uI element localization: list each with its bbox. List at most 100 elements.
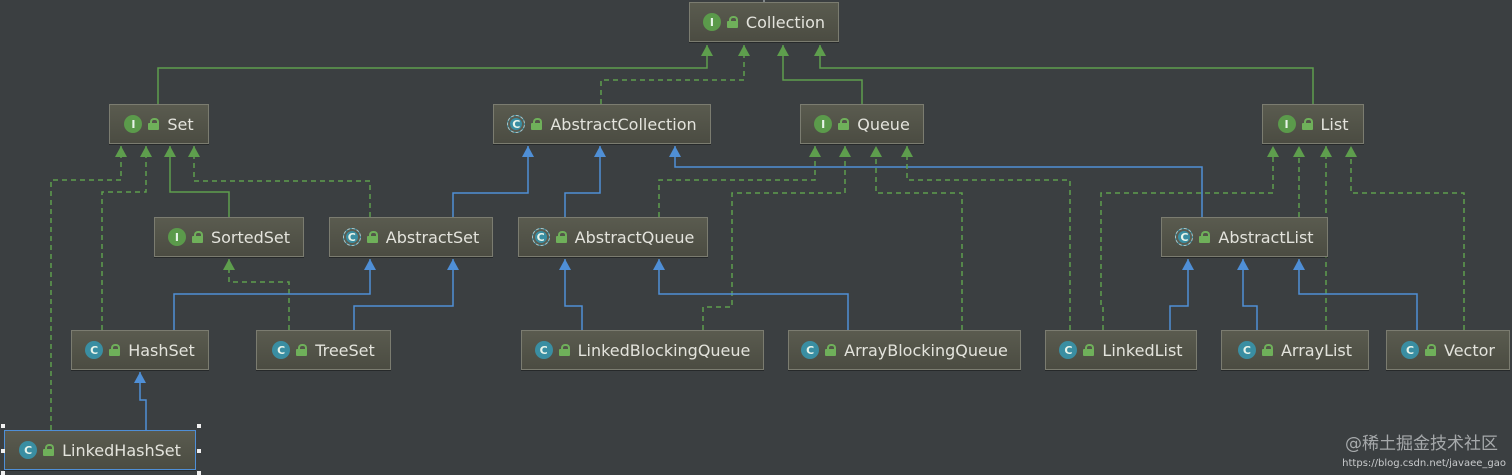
abstract-class-icon: C	[1175, 228, 1194, 246]
class-icon: C	[272, 341, 291, 359]
lock-icon	[558, 344, 570, 356]
edge-vector-to-list	[1345, 146, 1465, 330]
selection-handle[interactable]	[1, 449, 5, 453]
class-icon: C	[85, 341, 104, 359]
arrowhead	[140, 146, 152, 157]
node-label: AbstractSet	[385, 227, 480, 247]
watermark-url: https://blog.csdn.net/javaee_gao	[1342, 458, 1506, 469]
edge-line	[906, 146, 1071, 330]
edge-line	[50, 146, 122, 430]
lock-icon	[838, 118, 850, 130]
edge-linkedblockingqueue-to-abstractqueue	[559, 259, 583, 330]
node-vector[interactable]: C Vector	[1386, 330, 1510, 370]
edge-line	[452, 146, 529, 217]
edge-abstractqueue-to-queue	[658, 146, 821, 217]
watermark: @稀土掘金技术社区	[1345, 434, 1498, 454]
edge-line	[1350, 146, 1465, 330]
arrowhead	[870, 146, 882, 157]
node-queue[interactable]: I Queue	[800, 104, 924, 144]
node-label: ArrayList	[1280, 340, 1353, 360]
edge-hashset-to-abstractset	[173, 259, 376, 330]
node-abstract-collection[interactable]: C AbstractCollection	[493, 104, 711, 144]
node-set[interactable]: I Set	[109, 104, 209, 144]
node-label: ArrayBlockingQueue	[844, 340, 1008, 360]
interface-icon: I	[814, 115, 833, 133]
abstract-class-icon: C	[342, 228, 361, 246]
arrowhead	[1345, 146, 1357, 157]
lock-icon	[1301, 118, 1313, 130]
lock-icon	[1425, 344, 1436, 356]
arrowhead	[669, 146, 681, 157]
edge-abstractqueue-to-abstractcollection	[564, 146, 606, 217]
node-array-blocking-queue[interactable]: C ArrayBlockingQueue	[788, 330, 1021, 370]
lock-icon	[825, 344, 837, 356]
node-linked-list[interactable]: C LinkedList	[1045, 330, 1197, 370]
node-label: Vector	[1444, 340, 1495, 360]
node-label: Queue	[857, 114, 910, 134]
edge-arrayblockingqueue-to-queue	[870, 146, 963, 330]
edge-line	[101, 146, 147, 330]
lock-icon	[43, 444, 55, 456]
edge-line	[674, 146, 1203, 217]
arrowhead	[115, 146, 127, 157]
selection-handle[interactable]	[197, 449, 201, 453]
arrowhead	[738, 45, 750, 56]
node-abstract-list[interactable]: C AbstractList	[1161, 217, 1328, 257]
edge-abstractset-to-abstractcollection	[452, 146, 534, 217]
node-label: LinkedHashSet	[62, 440, 181, 460]
node-hash-set[interactable]: C HashSet	[71, 330, 209, 370]
arrowhead	[447, 259, 459, 270]
interface-icon: I	[1277, 115, 1296, 133]
node-collection[interactable]: I Collection	[689, 2, 839, 42]
node-tree-set[interactable]: C TreeSet	[256, 330, 391, 370]
arrowhead	[777, 45, 789, 56]
edge-arrayblockingqueue-to-abstractqueue	[653, 259, 849, 330]
node-label: TreeSet	[315, 340, 375, 360]
node-abstract-set[interactable]: C AbstractSet	[329, 217, 493, 257]
node-linked-blocking-queue[interactable]: C LinkedBlockingQueue	[521, 330, 764, 370]
selection-handle[interactable]	[1, 471, 5, 475]
node-abstract-queue[interactable]: C AbstractQueue	[518, 217, 708, 257]
edge-line	[600, 45, 745, 104]
node-linked-hash-set[interactable]: C LinkedHashSet	[4, 430, 196, 470]
class-icon: C	[19, 441, 38, 459]
arrowhead	[701, 45, 713, 56]
interface-icon: I	[167, 228, 186, 246]
edge-line	[173, 259, 371, 330]
arrowhead	[522, 146, 534, 157]
edge-line	[157, 45, 708, 104]
lock-icon	[109, 344, 121, 356]
node-label: Collection	[745, 12, 826, 32]
class-icon: C	[534, 341, 553, 359]
edge-linkedhashset-to-set	[50, 146, 127, 430]
node-label: SortedSet	[210, 227, 291, 247]
selection-handle[interactable]	[1, 424, 5, 428]
node-label: LinkedList	[1102, 340, 1183, 360]
lock-icon	[531, 118, 543, 130]
edge-linkedhashset-to-hashset	[134, 372, 147, 430]
lock-icon	[191, 231, 203, 243]
node-sorted-set[interactable]: I SortedSet	[154, 217, 304, 257]
arrowhead	[1182, 259, 1194, 270]
selection-handle[interactable]	[197, 424, 201, 428]
interface-icon: I	[702, 13, 721, 31]
class-icon: C	[1059, 341, 1078, 359]
arrowhead	[1267, 146, 1279, 157]
edge-line	[702, 146, 846, 330]
arrowhead	[901, 146, 913, 157]
node-array-list[interactable]: C ArrayList	[1221, 330, 1369, 370]
arrowhead	[223, 259, 235, 270]
edge-abstractlist-to-list	[1293, 146, 1305, 217]
class-icon: C	[1401, 341, 1419, 359]
arrowhead	[364, 259, 376, 270]
edge-linkedlist-to-queue	[901, 146, 1071, 330]
class-icon: C	[1237, 341, 1256, 359]
node-label: AbstractQueue	[574, 227, 695, 247]
arrowhead	[188, 146, 200, 157]
arrowhead	[1320, 146, 1332, 157]
edge-linkedlist-to-abstractlist	[1169, 259, 1194, 330]
edge-list-to-collection	[814, 45, 1314, 104]
node-list[interactable]: I List	[1262, 104, 1364, 144]
lock-icon	[1261, 344, 1273, 356]
selection-handle[interactable]	[197, 471, 201, 475]
